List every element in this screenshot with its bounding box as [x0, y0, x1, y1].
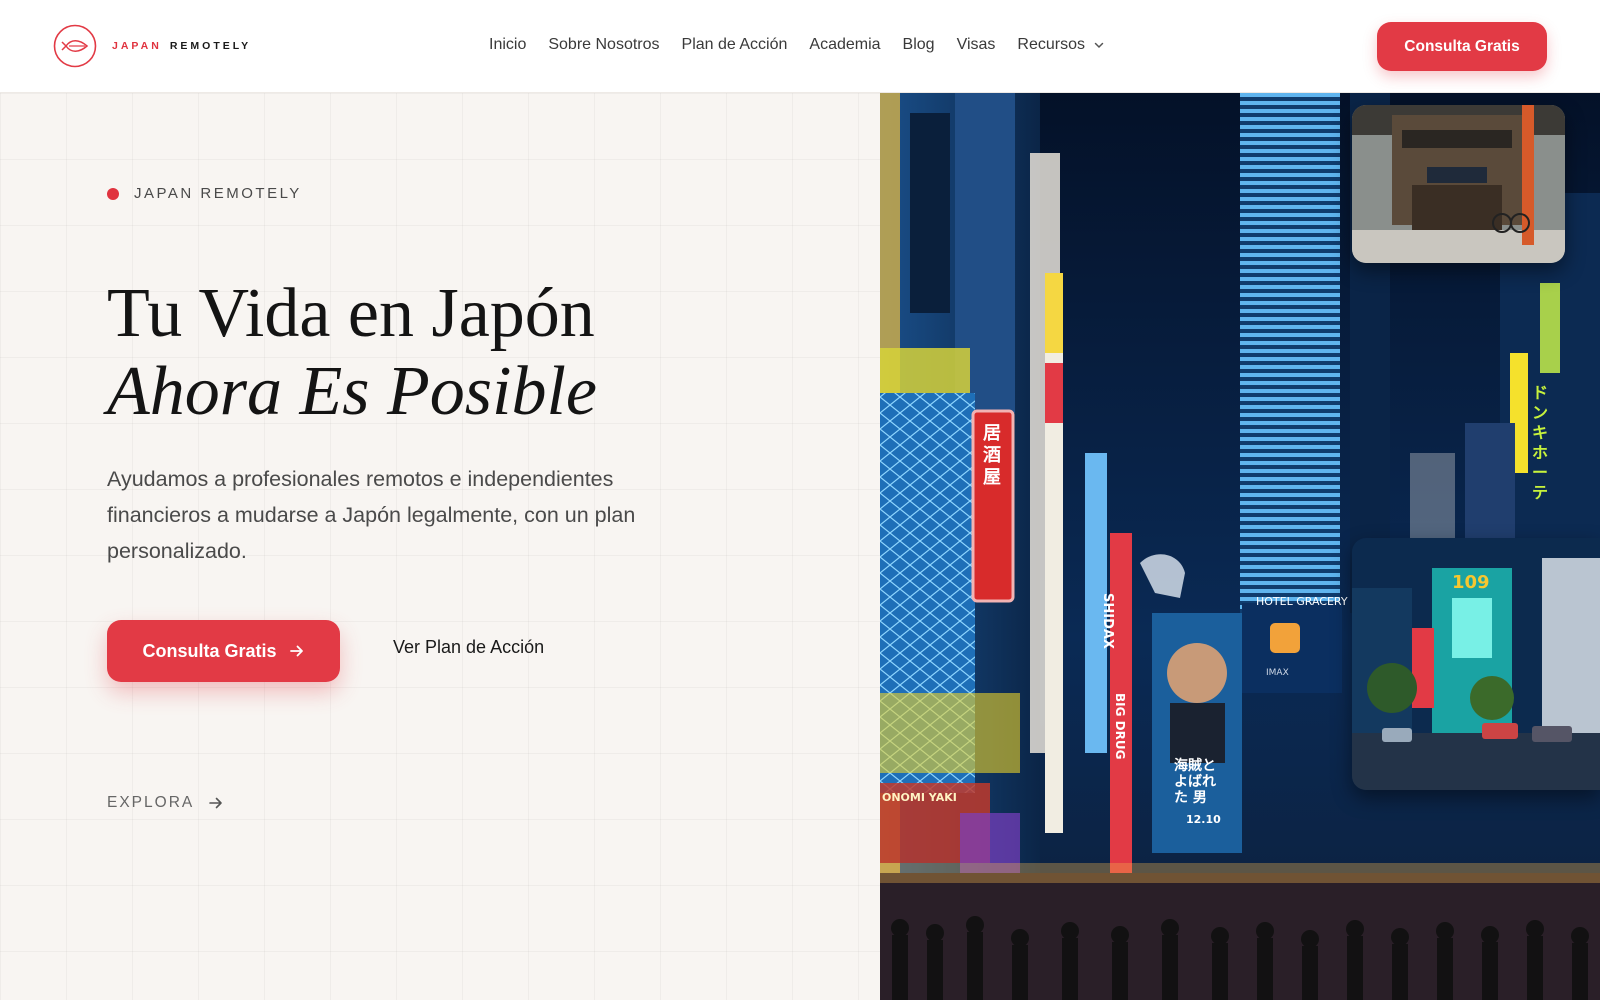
- sign-hotel-gracery: HOTEL GRACERY: [1256, 595, 1348, 608]
- arrow-right-icon: [289, 645, 303, 657]
- site-header: JAPAN REMOTELY Inicio Sobre Nosotros Pla…: [0, 0, 1600, 93]
- eyebrow-text: JAPAN REMOTELY: [134, 185, 302, 202]
- nav-item-sobre-nosotros[interactable]: Sobre Nosotros: [548, 36, 659, 54]
- nav-item-recursos[interactable]: Recursos: [1017, 36, 1105, 54]
- fish-circle-icon: [53, 24, 97, 68]
- brand-word-remotely: REMOTELY: [169, 40, 252, 52]
- sign-poster-date: 12.10: [1186, 813, 1221, 826]
- main-nav: Inicio Sobre Nosotros Plan de Acción Aca…: [489, 36, 1105, 54]
- header-consult-button[interactable]: Consulta Gratis: [1377, 22, 1547, 71]
- explore-label: EXPLORA: [107, 794, 195, 811]
- hero-description: Ayudamos a profesionales remotos e indep…: [107, 467, 636, 563]
- hero-title-line1: Tu Vida en Japón: [107, 275, 595, 352]
- hero-eyebrow: JAPAN REMOTELY: [107, 185, 302, 202]
- nav-item-plan-de-accion[interactable]: Plan de Acción: [682, 36, 788, 54]
- arrow-right-icon: [209, 797, 223, 809]
- nav-item-academia[interactable]: Academia: [809, 36, 880, 54]
- sign-109: 109: [1452, 572, 1490, 593]
- inset-photo-shibuya-109: 109: [1352, 538, 1600, 790]
- nav-item-recursos-label: Recursos: [1017, 36, 1085, 53]
- nav-item-blog[interactable]: Blog: [903, 36, 935, 54]
- brand-logo[interactable]: JAPAN REMOTELY: [53, 24, 251, 68]
- brand-word-japan: JAPAN: [112, 40, 162, 52]
- hero-content: JAPAN REMOTELY Tu Vida en Japón Ahora Es…: [0, 93, 880, 1000]
- sign-donki: ドンキホーテ: [1532, 383, 1549, 502]
- hero-title: Tu Vida en Japón Ahora Es Posible: [107, 275, 597, 431]
- sign-shidax: SHIDAX: [1100, 593, 1115, 649]
- sign-big-drug: BIG DRUG: [1113, 693, 1127, 760]
- hero-image-tokyo-night: 居酒屋 ドンキホーテ HOTEL GRACERY IMAX SHIDAX BIG…: [880, 93, 1600, 1000]
- hero-consult-label: Consulta Gratis: [142, 640, 277, 661]
- hero-consult-button[interactable]: Consulta Gratis: [107, 620, 340, 682]
- explore-link[interactable]: EXPLORA: [107, 794, 224, 812]
- nav-item-visas[interactable]: Visas: [957, 36, 996, 54]
- inset-photo-shop-front: [1352, 105, 1565, 263]
- sign-imax: IMAX: [1266, 668, 1289, 678]
- red-dot-icon: [107, 187, 119, 200]
- sign-poster-title: 海賊と よばれた 男: [1174, 758, 1216, 806]
- brand-wordmark: JAPAN REMOTELY: [112, 40, 251, 52]
- nav-item-inicio[interactable]: Inicio: [489, 36, 526, 54]
- sign-izakaya: 居酒屋: [983, 423, 1001, 488]
- hero-title-line2: Ahora Es Posible: [107, 353, 597, 430]
- sign-onomi-yaki: ONOMI YAKI: [882, 791, 957, 804]
- chevron-down-icon: [1094, 42, 1104, 49]
- shop-front-illustration: [1352, 105, 1565, 263]
- view-plan-link[interactable]: Ver Plan de Acción: [393, 637, 544, 658]
